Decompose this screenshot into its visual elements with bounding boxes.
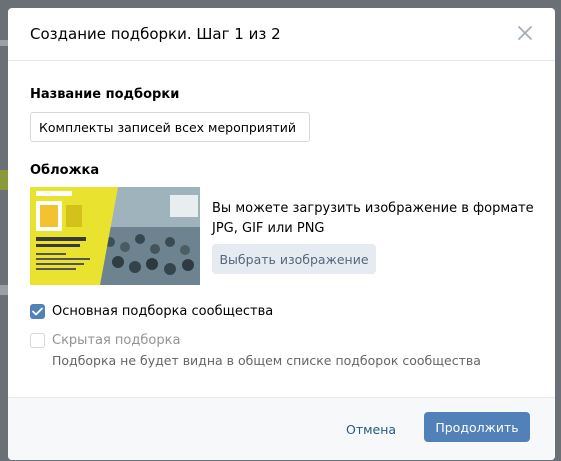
main-collection-checkbox[interactable] [30,304,45,319]
collection-name-label: Название подборки [30,87,180,102]
collection-name-input[interactable] [30,112,310,142]
dialog-title: Создание подборки. Шаг 1 из 2 [30,25,281,43]
main-collection-option[interactable]: Основная подборка сообщества [30,304,273,319]
checkmark-icon [32,307,43,316]
background-fragment [0,170,8,190]
close-icon[interactable] [517,25,533,41]
hidden-collection-label: Скрытая подборка [52,333,181,348]
dialog-header: Создание подборки. Шаг 1 из 2 [8,8,555,61]
hidden-collection-hint: Подборка не будет видна в общем списке п… [52,353,481,368]
create-collection-dialog: Создание подборки. Шаг 1 из 2 Название п… [8,8,555,460]
continue-button[interactable]: Продолжить [424,412,530,442]
main-collection-label: Основная подборка сообщества [52,304,274,319]
hidden-collection-checkbox[interactable] [30,333,45,348]
background-fragment [0,285,8,295]
cover-format-hint: Вы можете загрузить изображение в формат… [212,201,534,236]
cover-image [30,187,200,285]
background-fragment [0,40,8,46]
dialog-footer: Отмена Продолжить [8,397,555,460]
cancel-button[interactable]: Отмена [346,417,396,441]
hidden-collection-option[interactable]: Скрытая подборка [30,333,180,348]
choose-image-button[interactable]: Выбрать изображение [212,244,376,274]
cover-label: Обложка [30,163,100,178]
